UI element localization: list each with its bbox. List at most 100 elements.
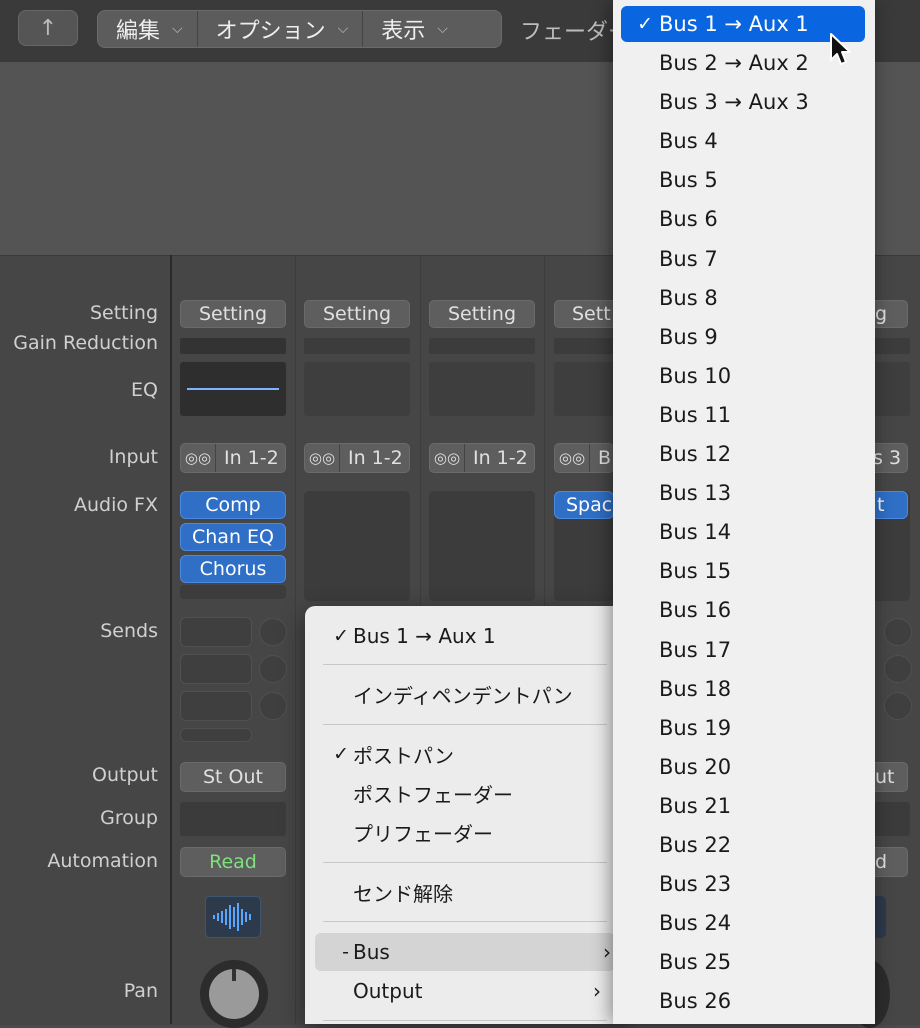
eq-thumbnail[interactable] [870,362,910,416]
bus-item[interactable]: Bus 14 [613,514,875,550]
back-button[interactable]: ↑ [18,10,78,46]
eq-curve [187,388,279,390]
bus-item[interactable]: Bus 26 [613,983,875,1019]
bus-item[interactable]: Bus 7 [613,241,875,277]
post-fader-item[interactable]: ポストフェーダー [305,774,625,812]
bus-item[interactable]: Bus 9 [613,319,875,355]
group-slot[interactable] [180,802,286,836]
bus-item[interactable]: Bus 22 [613,827,875,863]
setting-button[interactable]: g [870,300,908,328]
eq-thumbnail[interactable] [554,362,614,416]
input-button[interactable]: s 3 [870,443,908,473]
send-level-knob[interactable] [884,692,912,720]
output-submenu-item[interactable]: Output › [305,972,625,1010]
input-row-label: Input [108,446,158,468]
bus-item[interactable]: Bus 3 → Aux 3 [613,84,875,120]
bus-item[interactable]: Bus 12 [613,436,875,472]
eq-thumbnail[interactable] [429,362,535,416]
output-button[interactable]: ut [870,762,908,792]
bus-item[interactable]: Bus 20 [613,749,875,785]
bus-item-label: Bus 7 [659,246,718,271]
bus-item[interactable]: Bus 4 [613,123,875,159]
send-level-knob[interactable] [884,618,912,646]
bus-item-label: Bus 1 → Aux 1 [659,12,809,36]
bus-item[interactable]: Bus 23 [613,866,875,902]
input-button[interactable]: ◎◎ In 1-2 [180,443,286,473]
menu-item-label: ポストパン [353,743,454,768]
bus-item[interactable]: Bus 17 [613,632,875,668]
fx-slot[interactable]: t [870,491,908,519]
input-button[interactable]: ◎◎ B [554,443,614,473]
send-slot[interactable] [180,617,252,647]
chevron-down-icon: ⌵ [337,21,349,37]
view-menu[interactable]: 表示 ⌵ [363,11,462,47]
send-level-knob[interactable] [884,655,912,683]
fx-slot-chorus[interactable]: Chorus [180,555,286,583]
menu-item-label: センド解除 [353,881,453,906]
edit-menu[interactable]: 編集 ⌵ [98,11,198,47]
bus-item[interactable]: Bus 13 [613,475,875,511]
setting-button[interactable]: Setting [180,300,286,328]
edit-menu-label: 編集 [116,19,161,44]
eq-thumbnail[interactable] [304,362,410,416]
eq-row-label: EQ [131,379,158,401]
eq-thumbnail[interactable] [180,362,286,416]
back-arrow-icon: ↑ [38,15,58,41]
bus-item-label: Bus 9 [659,324,718,349]
bus-item-label: Bus 23 [659,872,732,897]
setting-button[interactable]: Setting [429,300,535,328]
automation-mode-button[interactable]: d [870,847,908,877]
bus-item[interactable]: Bus 24 [613,905,875,941]
fx-slots[interactable] [304,491,410,601]
setting-button[interactable]: Setting [304,300,410,328]
fx-empty-slot[interactable] [180,585,286,599]
checkmark-icon: ✓ [637,13,653,35]
send-slot[interactable] [180,728,252,742]
bus-item[interactable]: Bus 10 [613,358,875,394]
options-menu[interactable]: オプション ⌵ [198,11,364,47]
bus-item[interactable]: Bus 16 [613,592,875,628]
group-slot[interactable] [870,802,910,836]
post-pan-item[interactable]: ✓ ポストパン [305,735,625,773]
fx-slot-space[interactable]: Space [554,491,614,519]
gain-reduction-meter [870,338,910,354]
menu-separator [323,921,607,922]
stereo-link-icon: ◎◎ [430,444,465,472]
send-level-knob[interactable] [259,618,287,646]
fx-slots[interactable] [429,491,535,601]
bus-item[interactable]: Bus 15 [613,553,875,589]
send-slot[interactable] [180,654,252,684]
pre-fader-item[interactable]: プリフェーダー [305,813,625,851]
send-level-knob[interactable] [259,655,287,683]
send-destination-item[interactable]: ✓ Bus 1 → Aux 1 [305,617,625,655]
chevron-down-icon: ⌵ [172,21,183,37]
fx-slot-comp[interactable]: Comp [180,491,286,519]
automation-mode-button[interactable]: Read [180,847,286,877]
output-button[interactable]: St Out [180,762,286,792]
view-menu-label: 表示 [381,19,426,44]
input-value: s 3 [873,447,902,469]
send-level-knob[interactable] [259,692,287,720]
bus-submenu-item[interactable]: - Bus › [315,933,615,971]
bus-item[interactable]: Bus 5 [613,162,875,198]
fx-slot-chan-eq[interactable]: Chan EQ [180,523,286,551]
pan-row-label: Pan [123,980,158,1002]
independent-pan-item[interactable]: インディペンデントパン [305,675,625,713]
output-row-label: Output [92,764,158,786]
bus-item[interactable]: Bus 18 [613,671,875,707]
input-button[interactable]: ◎◎ In 1-2 [429,443,535,473]
bus-item[interactable]: Bus 21 [613,788,875,824]
send-slot[interactable] [180,691,252,721]
waveform-icon [205,896,261,938]
bus-item[interactable]: Bus 19 [613,710,875,746]
chevron-down-icon: ⌵ [437,21,448,37]
bus-item[interactable]: Bus 11 [613,397,875,433]
bus-item[interactable]: Bus 8 [613,280,875,316]
input-button[interactable]: ◎◎ In 1-2 [304,443,410,473]
remove-send-item[interactable]: センド解除 [305,873,625,911]
input-value: In 1-2 [224,447,279,469]
chevron-right-icon: › [593,979,601,1003]
bus-item-label: Bus 8 [659,285,718,310]
bus-item[interactable]: Bus 6 [613,201,875,237]
bus-item[interactable]: Bus 25 [613,944,875,980]
